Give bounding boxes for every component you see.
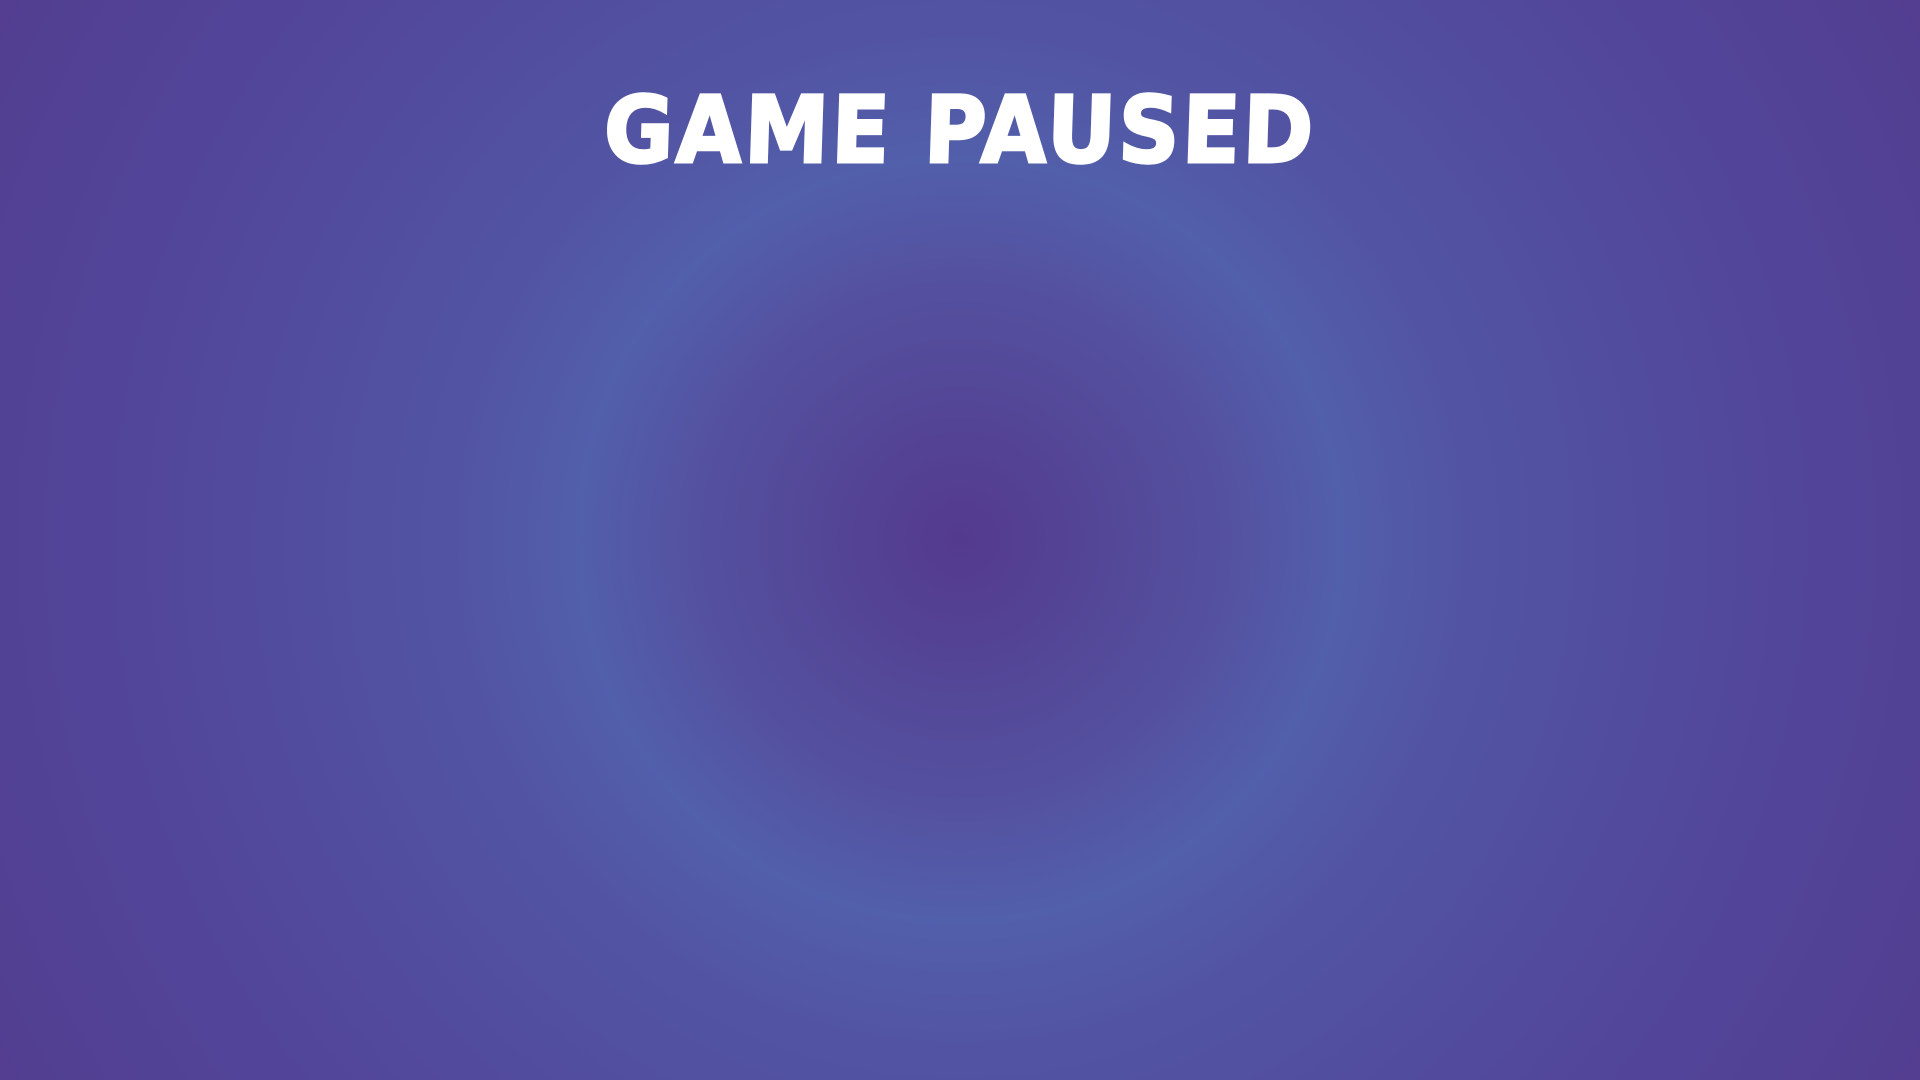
pause-screen: GAME PAUSED [0,0,1920,1080]
pause-title: GAME PAUSED [601,76,1319,186]
